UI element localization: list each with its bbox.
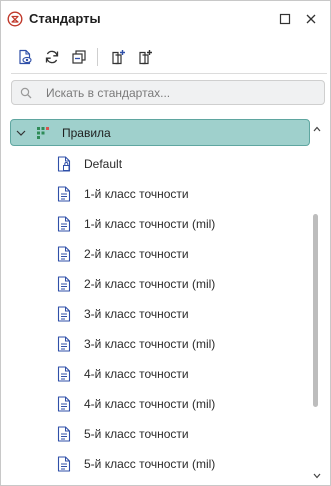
toolbar-separator — [97, 48, 98, 66]
refresh-icon — [45, 50, 59, 64]
title-bar: Стандарты — [1, 1, 330, 37]
document-icon — [57, 456, 71, 472]
preview-document-icon — [19, 49, 32, 65]
close-button[interactable] — [302, 10, 320, 28]
standards-logo-icon — [7, 11, 23, 27]
document-icon — [57, 306, 71, 322]
chevron-down-icon[interactable] — [15, 127, 27, 139]
document-icon — [57, 216, 71, 232]
tree-item[interactable]: 5-й класс точности — [51, 419, 301, 449]
tree-item[interactable]: 3-й класс точности (mil) — [51, 329, 301, 359]
tree-item[interactable]: 1-й класс точности (mil) — [51, 209, 301, 239]
standards-panel: Стандарты Искать в стандартах... Правила… — [0, 0, 331, 486]
panel-title: Стандарты — [29, 11, 101, 26]
maximize-icon — [279, 13, 291, 25]
scroll-down-arrow-icon[interactable] — [311, 471, 323, 481]
tree-item[interactable]: 5-й класс точности (mil) — [51, 449, 301, 479]
toolbar-divider — [11, 73, 327, 74]
preview-button[interactable] — [15, 47, 35, 67]
close-icon — [306, 14, 316, 24]
scroll-up-arrow-icon[interactable] — [311, 124, 323, 134]
rules-grid-icon — [37, 127, 49, 139]
tree-item[interactable]: Default — [51, 149, 301, 179]
tree-item-label: 1-й класс точности — [84, 187, 189, 201]
tree-item[interactable]: 1-й класс точности — [51, 179, 301, 209]
tree-item-label: 4-й класс точности — [84, 367, 189, 381]
add-item-button[interactable] — [108, 47, 128, 67]
standards-tree: Правила Default 1-й класс точности 1-й кла… — [1, 115, 331, 481]
tree-item-label: 2-й класс точности (mil) — [84, 277, 216, 291]
toolbar — [11, 45, 321, 69]
tree-item-label: 2-й класс точности — [84, 247, 189, 261]
tree-item-label: 5-й класс точности (mil) — [84, 457, 216, 471]
tree-item-label: 1-й класс точности (mil) — [84, 217, 216, 231]
document-icon — [57, 186, 71, 202]
refresh-button[interactable] — [42, 47, 62, 67]
search-icon — [20, 87, 32, 99]
document-icon — [57, 366, 71, 382]
document-icon — [57, 336, 71, 352]
tree-item[interactable]: 4-й класс точности — [51, 359, 301, 389]
add-sub-item-icon — [139, 50, 152, 65]
tree-item[interactable]: 2-й класс точности (mil) — [51, 269, 301, 299]
add-item-icon — [112, 50, 125, 65]
document-icon — [57, 276, 71, 292]
tree-item-label: 4-й класс точности (mil) — [84, 397, 216, 411]
tree-item[interactable]: 2-й класс точности — [51, 239, 301, 269]
document-icon — [57, 426, 71, 442]
tree-item[interactable]: 3-й класс точности — [51, 299, 301, 329]
tree-item-label: 5-й класс точности — [84, 427, 189, 441]
add-sub-item-button[interactable] — [135, 47, 155, 67]
search-input[interactable] — [46, 83, 316, 102]
tree-root-rules[interactable]: Правила — [10, 119, 310, 146]
tree-item-label: 3-й класс точности — [84, 307, 189, 321]
collapse-all-button[interactable] — [69, 47, 89, 67]
scrollbar-thumb[interactable] — [313, 214, 318, 407]
maximize-button[interactable] — [276, 10, 294, 28]
tree-item-label: Default — [84, 157, 123, 171]
default-rules-icon — [57, 156, 71, 172]
search-box[interactable] — [11, 80, 325, 105]
tree-item[interactable]: 4-й класс точности (mil) — [51, 389, 301, 419]
tree-root-label: Правила — [62, 126, 111, 140]
tree-item-label: 3-й класс точности (mil) — [84, 337, 216, 351]
document-icon — [57, 246, 71, 262]
document-icon — [57, 396, 71, 412]
collapse-all-icon — [72, 50, 86, 64]
